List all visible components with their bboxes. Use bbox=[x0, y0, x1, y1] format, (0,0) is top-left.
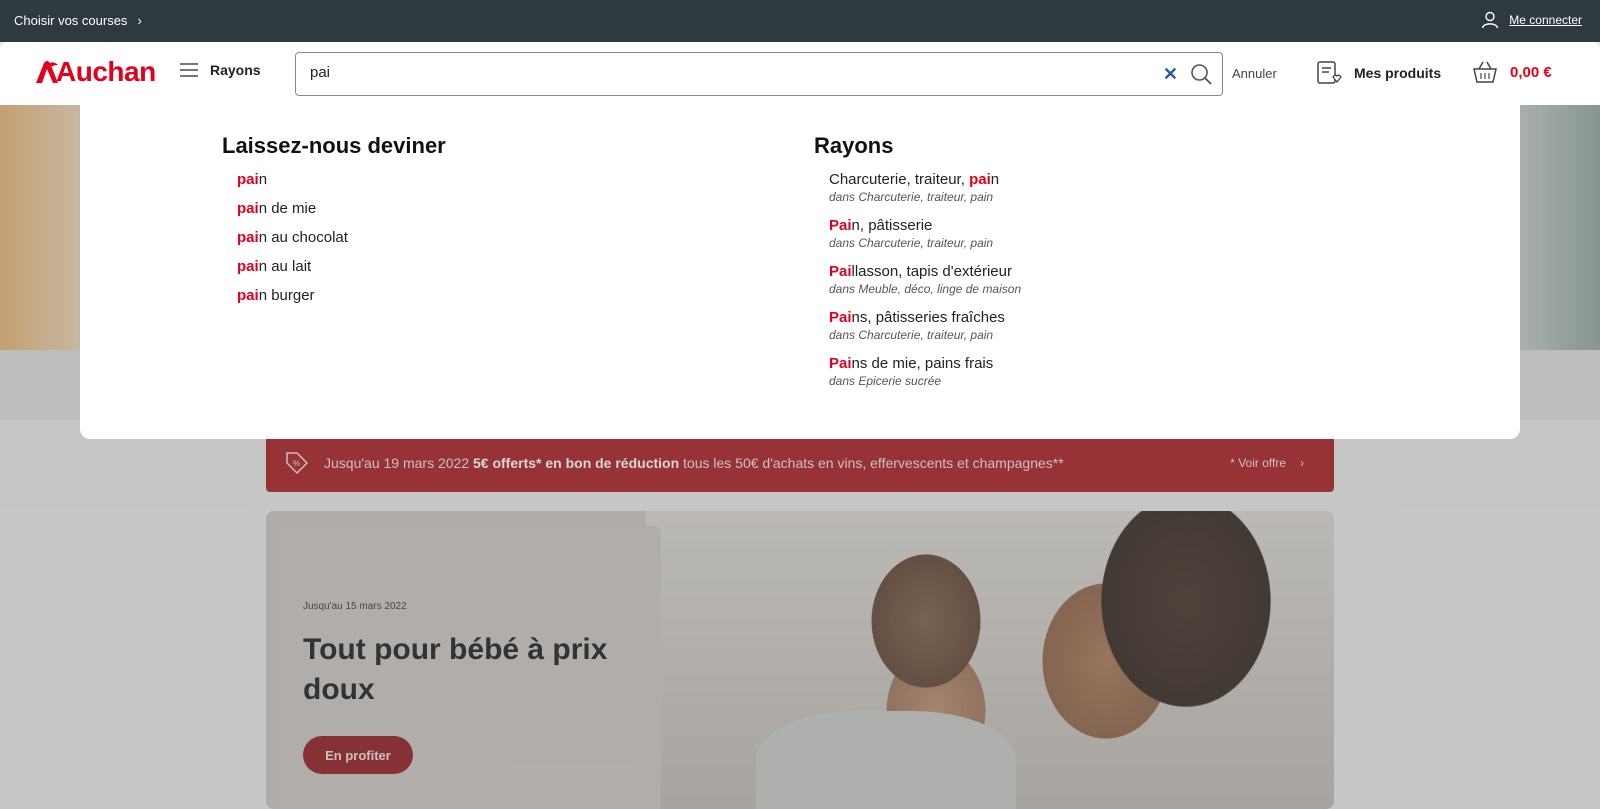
rayon-name: Pains, pâtisseries fraîches bbox=[829, 309, 1021, 326]
logo-text: Auchan bbox=[56, 56, 156, 87]
rayon-suggestion[interactable]: Charcuterie, traiteur, pain dans Charcut… bbox=[829, 171, 1021, 217]
rayon-rest: ns de mie, pains frais bbox=[851, 355, 994, 372]
top-bar: Choisir vos courses › Me connecter bbox=[0, 0, 1600, 42]
rayon-highlight: Pai bbox=[829, 355, 852, 372]
cart-button[interactable]: 0,00 € bbox=[1472, 60, 1552, 84]
rayon-rest: n, pâtisserie bbox=[851, 217, 933, 234]
rayon-name: Pain, pâtisserie bbox=[829, 217, 1021, 234]
list-heart-icon bbox=[1317, 61, 1342, 84]
guess-item[interactable]: pain bbox=[237, 171, 446, 200]
hamburger-icon bbox=[180, 63, 198, 77]
guess-highlight: pai bbox=[237, 229, 259, 246]
basket-icon bbox=[1473, 61, 1497, 83]
rayon-rest: llasson, tapis d'extérieur bbox=[851, 263, 1012, 280]
rayon-name: Paillasson, tapis d'extérieur bbox=[829, 263, 1021, 280]
rayon-parent: dans Epicerie sucrée bbox=[829, 374, 942, 388]
search-input[interactable] bbox=[310, 64, 1110, 81]
guess-highlight: pai bbox=[237, 258, 259, 275]
guess-highlight: pai bbox=[237, 200, 259, 217]
rayon-prefix: Charcuterie, traiteur, bbox=[829, 171, 970, 188]
my-products-button[interactable]: Mes produits bbox=[1316, 60, 1441, 86]
guess-column: Laissez-nous deviner pain pain de mie pa… bbox=[222, 133, 446, 316]
rayon-highlight: Pai bbox=[829, 309, 852, 326]
search-suggestions-dropdown: Laissez-nous deviner pain pain de mie pa… bbox=[80, 105, 1520, 439]
user-icon bbox=[1482, 11, 1499, 29]
rayon-parent: dans Charcuterie, traiteur, pain bbox=[829, 328, 994, 342]
guess-highlight: pai bbox=[237, 287, 259, 304]
rayon-rest: ns, pâtisseries fraîches bbox=[851, 309, 1005, 326]
rayons-column: Rayons Charcuterie, traiteur, pain dans … bbox=[814, 133, 1021, 401]
guess-highlight: pai bbox=[237, 171, 259, 188]
login-link[interactable]: Me connecter bbox=[1481, 11, 1582, 29]
rayon-parent: dans Meuble, déco, linge de maison bbox=[829, 282, 1022, 296]
search-icon[interactable] bbox=[1190, 63, 1212, 90]
rayon-list: Charcuterie, traiteur, pain dans Charcut… bbox=[814, 171, 1021, 401]
guess-item[interactable]: pain au chocolat bbox=[237, 229, 446, 258]
rayons-label: Rayons bbox=[210, 62, 261, 78]
rayon-highlight: Pai bbox=[829, 217, 852, 234]
rayon-suggestion[interactable]: Pain, pâtisserie dans Charcuterie, trait… bbox=[829, 217, 1021, 263]
guess-heading: Laissez-nous deviner bbox=[222, 133, 446, 158]
login-label: Me connecter bbox=[1509, 13, 1582, 27]
rayon-name: Charcuterie, traiteur, pain bbox=[829, 171, 1021, 188]
rayons-heading: Rayons bbox=[814, 133, 894, 158]
rayon-parent: dans Charcuterie, traiteur, pain bbox=[829, 236, 994, 250]
rayon-suggestion[interactable]: Pains de mie, pains frais dans Epicerie … bbox=[829, 355, 1021, 401]
rayon-highlight: Pai bbox=[829, 263, 852, 280]
choose-courses-link[interactable]: Choisir vos courses › bbox=[14, 13, 142, 28]
rayon-parent: dans Charcuterie, traiteur, pain bbox=[829, 190, 994, 204]
auchan-logo[interactable]: Auchan bbox=[34, 56, 156, 88]
rayon-suggestion[interactable]: Pains, pâtisseries fraîches dans Charcut… bbox=[829, 309, 1021, 355]
rayons-menu-button[interactable]: Rayons bbox=[180, 62, 261, 78]
guess-rest: n de mie bbox=[258, 200, 317, 217]
guess-rest: n bbox=[258, 171, 268, 188]
clear-search-icon[interactable]: ✕ bbox=[1163, 64, 1178, 85]
guess-item[interactable]: pain burger bbox=[237, 287, 446, 316]
rayon-name: Pains de mie, pains frais bbox=[829, 355, 1021, 372]
cancel-search-button[interactable]: Annuler bbox=[1232, 66, 1277, 81]
guess-item[interactable]: pain de mie bbox=[237, 200, 446, 229]
my-products-label: Mes produits bbox=[1354, 65, 1442, 81]
rayon-rest: n bbox=[990, 171, 1000, 188]
rayon-highlight: pai bbox=[969, 171, 991, 188]
guess-rest: n burger bbox=[258, 287, 315, 304]
guess-rest: n au chocolat bbox=[258, 229, 348, 246]
header: Auchan Rayons ✕ Annuler Mes produits 0,0… bbox=[0, 42, 1600, 105]
search-box: ✕ bbox=[295, 52, 1223, 96]
cart-total: 0,00 € bbox=[1510, 63, 1552, 81]
guess-rest: n au lait bbox=[258, 258, 312, 275]
guess-item[interactable]: pain au lait bbox=[237, 258, 446, 287]
guess-list: pain pain de mie pain au chocolat pain a… bbox=[222, 171, 446, 316]
choose-courses-label: Choisir vos courses bbox=[14, 13, 128, 28]
rayon-suggestion[interactable]: Paillasson, tapis d'extérieur dans Meubl… bbox=[829, 263, 1021, 309]
chevron-right-icon: › bbox=[137, 13, 142, 28]
